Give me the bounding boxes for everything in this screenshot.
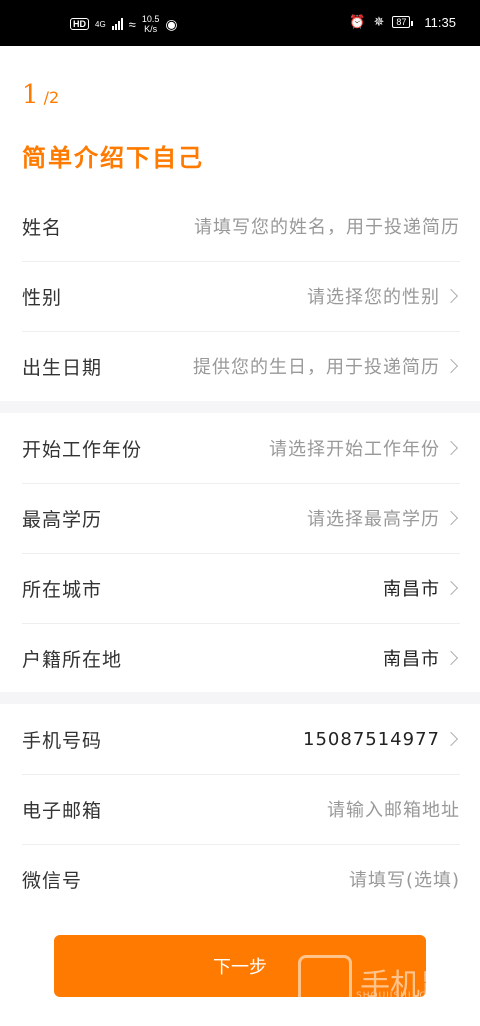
step-current: 1 [22,80,39,110]
field-wechat[interactable]: 微信号 请填写(选填) [22,844,460,914]
network-type: 4G [95,19,106,29]
hd-icon: HD [70,18,89,30]
name-input[interactable]: 请填写您的姓名，用于投递简历 [194,213,460,239]
education-select[interactable]: 请选择最高学历 [307,505,440,531]
field-work-start-year[interactable]: 开始工作年份 请选择开始工作年份 [22,413,460,484]
chevron-right-icon [443,580,459,596]
signal-icon [111,18,123,30]
field-label: 开始工作年份 [22,438,143,461]
watermark-sub: SHOUJISHU.COM [356,991,444,1001]
chevron-right-icon [443,731,459,747]
field-phone[interactable]: 手机号码 15087514977 [22,704,460,775]
chat-icon: ◉ [165,15,178,32]
field-label: 性别 [22,286,63,309]
field-label: 户籍所在地 [22,648,123,671]
battery-icon: 87 [392,16,414,28]
network-speed: 10.5 K/s [142,14,160,34]
field-label: 电子邮箱 [22,799,103,822]
chevron-right-icon [443,288,459,304]
field-label: 微信号 [22,869,83,892]
status-bar: HD 4G ≈ 10.5 K/s ◉ ⏰ ✵ 87 11:35 [0,0,480,46]
field-education[interactable]: 最高学历 请选择最高学历 [22,483,460,554]
clock: 11:35 [424,14,456,30]
field-hukou[interactable]: 户籍所在地 南昌市 [22,623,460,693]
field-name[interactable]: 姓名 请填写您的姓名，用于投递简历 [22,191,460,262]
gender-select[interactable]: 请选择您的性别 [307,283,440,309]
bluetooth-icon: ✵ [373,14,385,29]
work-start-select[interactable]: 请选择开始工作年份 [269,435,440,461]
chevron-right-icon [443,510,459,526]
page-title: 简单介绍下自己 [22,144,204,172]
hukou-select[interactable]: 南昌市 [383,645,440,671]
step-indicator: 1 /2 [22,80,59,110]
speed-value: 10.5 [141,14,160,24]
section-divider [0,692,480,704]
chevron-right-icon [443,650,459,666]
field-gender[interactable]: 性别 请选择您的性别 [22,261,460,332]
field-label: 姓名 [22,216,63,239]
watermark: 手机鼠 SHOUJISHU.COM [298,955,450,1009]
step-total: /2 [43,88,60,107]
field-city[interactable]: 所在城市 南昌市 [22,553,460,624]
alarm-icon: ⏰ [349,14,366,29]
field-label: 手机号码 [22,729,103,752]
section-divider [0,401,480,413]
field-label: 所在城市 [22,578,103,601]
birthday-select[interactable]: 提供您的生日，用于投递简历 [193,353,440,379]
phone-input[interactable]: 15087514977 [303,729,440,750]
watermark-logo-icon [298,955,352,1009]
speed-unit: K/s [144,24,158,34]
field-email[interactable]: 电子邮箱 请输入邮箱地址 [22,774,460,845]
field-label: 出生日期 [22,356,103,379]
field-birthday[interactable]: 出生日期 提供您的生日，用于投递简历 [22,331,460,401]
wifi-icon: ≈ [128,16,136,32]
city-select[interactable]: 南昌市 [383,575,440,601]
wechat-input[interactable]: 请填写(选填) [349,866,460,892]
chevron-right-icon [443,440,459,456]
email-input[interactable]: 请输入邮箱地址 [327,796,460,822]
chevron-right-icon [443,358,459,374]
field-label: 最高学历 [22,508,103,531]
